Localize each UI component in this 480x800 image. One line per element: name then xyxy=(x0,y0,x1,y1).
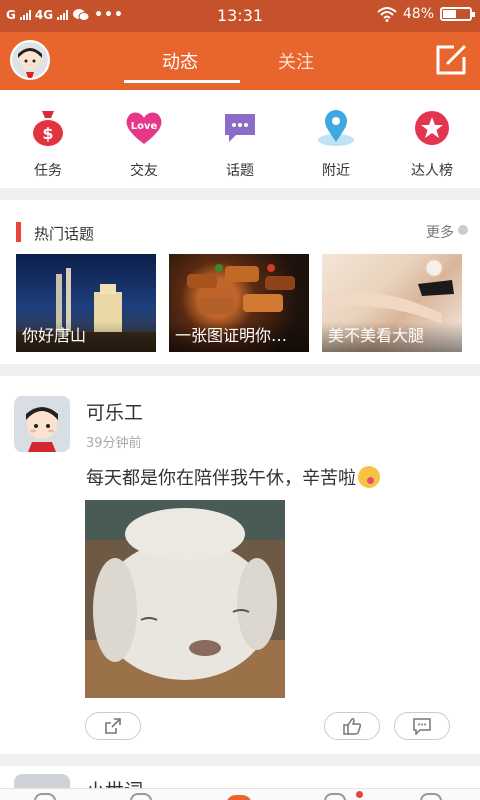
plush-dog-photo[interactable] xyxy=(85,500,285,698)
more-link[interactable]: 更多 xyxy=(426,222,454,242)
status-bar: G 4G ••• 13:31 48% xyxy=(0,0,480,32)
love-heart-icon: Love xyxy=(124,108,164,148)
post-text: 每天都是你在陪伴我午休，辛苦啦 xyxy=(86,464,380,490)
money-bag-icon: $ xyxy=(28,108,68,148)
quick-menu-label: 话题 xyxy=(226,163,254,179)
quick-menu-item-leaderboard[interactable]: 达人榜 xyxy=(384,90,480,188)
tab-dongtai[interactable]: 动态 xyxy=(162,48,198,74)
quick-menu-label: 附近 xyxy=(322,163,350,179)
feed-post: 可乐工 39分钟前 每天都是你在陪伴我午休，辛苦啦 xyxy=(0,376,480,754)
topic-label: 美不美看大腿 xyxy=(322,322,462,352)
star-badge-icon xyxy=(412,108,452,148)
cartoon-avatar-icon xyxy=(14,396,70,452)
like-button[interactable] xyxy=(324,712,380,740)
emoji-icon xyxy=(358,466,380,488)
topic-card-legs[interactable]: 美不美看大腿 xyxy=(322,254,462,352)
svg-text:$: $ xyxy=(42,124,53,143)
battery-icon xyxy=(440,7,475,21)
top-app-bar: 动态 关注 xyxy=(0,32,480,90)
post-avatar[interactable] xyxy=(14,396,70,452)
quick-menu-label: 交友 xyxy=(130,163,158,179)
quick-menu: $ 任务 Love 交友 话题 附近 达人榜 xyxy=(0,90,480,188)
comment-button[interactable] xyxy=(394,712,450,740)
thumbs-up-icon xyxy=(343,718,362,735)
comment-icon xyxy=(413,718,431,735)
battery-percent: 48% xyxy=(402,6,434,22)
section-title: 热门话题 xyxy=(34,225,95,243)
nav-home-icon[interactable] xyxy=(34,793,56,800)
section-marker xyxy=(16,222,21,242)
compose-icon[interactable] xyxy=(434,43,468,77)
post-username[interactable]: 可乐工 xyxy=(86,398,143,425)
wifi-icon xyxy=(377,7,397,22)
topic-card-photo-proof[interactable]: 一张图证明你… xyxy=(169,254,309,352)
nav-discover-icon[interactable] xyxy=(130,793,152,800)
quick-menu-item-topics[interactable]: 话题 xyxy=(192,90,288,188)
more-arrow-icon[interactable] xyxy=(458,225,468,235)
quick-menu-item-friends[interactable]: Love 交友 xyxy=(96,90,192,188)
quick-menu-item-tasks[interactable]: $ 任务 xyxy=(0,90,96,188)
quick-menu-item-nearby[interactable]: 附近 xyxy=(288,90,384,188)
share-icon xyxy=(105,718,121,734)
speech-bubble-icon xyxy=(220,108,260,148)
notification-dot xyxy=(356,791,363,798)
post-text-content: 每天都是你在陪伴我午休，辛苦啦 xyxy=(86,468,356,489)
topic-label: 一张图证明你… xyxy=(169,322,309,352)
quick-menu-label: 达人榜 xyxy=(411,163,453,179)
topic-card-tangshan[interactable]: 你好唐山 xyxy=(16,254,156,352)
post-timestamp: 39分钟前 xyxy=(86,436,142,451)
nav-profile-icon[interactable] xyxy=(420,793,442,800)
tab-guanzhu[interactable]: 关注 xyxy=(278,48,314,74)
topic-label: 你好唐山 xyxy=(16,322,156,352)
status-right: 48% xyxy=(377,6,475,22)
nav-post-button[interactable] xyxy=(226,795,252,800)
cartoon-avatar-icon xyxy=(12,42,48,78)
love-badge-text: Love xyxy=(131,121,158,132)
nav-messages-icon[interactable] xyxy=(324,793,346,800)
user-avatar[interactable] xyxy=(10,40,50,80)
quick-menu-label: 任务 xyxy=(34,163,62,179)
app-screen: G 4G ••• 13:31 48% 动态 关注 $ 任务 Love 交友 话题… xyxy=(0,0,480,800)
active-tab-indicator xyxy=(124,80,240,83)
bottom-navigation xyxy=(0,788,480,800)
share-button[interactable] xyxy=(85,712,141,740)
location-pin-icon xyxy=(316,108,356,148)
hot-topics-section: 热门话题 更多 你好唐山 一张图证明你… 美不美看大腿 xyxy=(0,200,480,364)
